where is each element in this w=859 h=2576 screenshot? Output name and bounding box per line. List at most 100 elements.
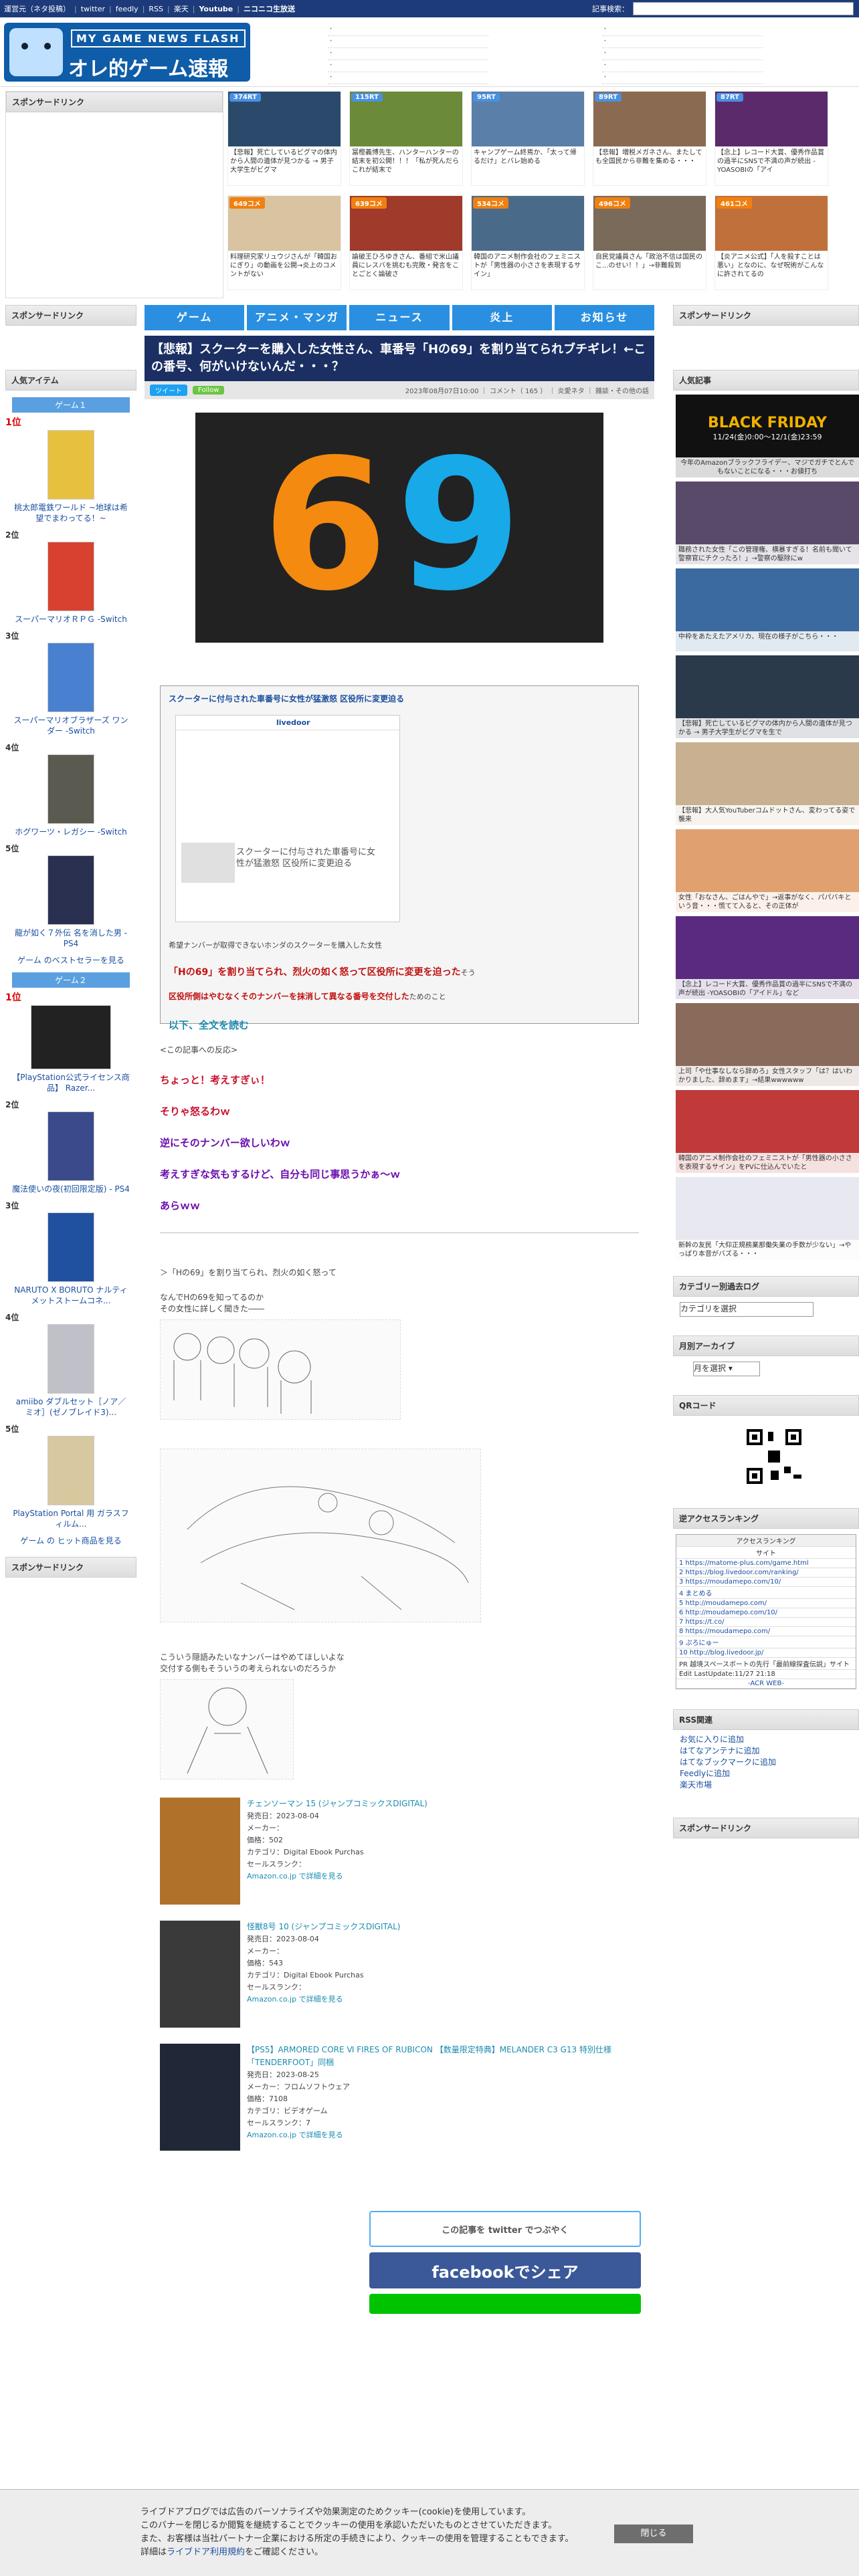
thumb-card[interactable]: 95RT キャンプゲーム終焉か、「太って帰るだけ」とバレ始める [471, 91, 585, 186]
ascii-art-image [160, 1319, 401, 1420]
ranking-link[interactable]: 3 https://moudamepo.com/10/ [679, 1578, 781, 1586]
product-item[interactable]: PlayStation Portal 用 ガラスフィルム... [5, 1436, 136, 1529]
site-logo[interactable]: MY GAME NEWS FLASH オレ的ゲーム速報@JIN [4, 23, 250, 82]
amazon-cover[interactable] [160, 1798, 240, 1905]
product-item[interactable]: スーパーマリオブラザーズ ワンダー -Switch [5, 643, 136, 736]
nav-tab-notice[interactable]: お知らせ [554, 305, 655, 330]
amazon-title[interactable]: 怪獣8号 10 (ジャンプコミックスDIGITAL) [247, 1922, 401, 1931]
topbar-link-rss[interactable]: RSS [149, 5, 163, 13]
product-item[interactable]: 龍が如く７外伝 名を消した男 - PS4 [5, 855, 136, 949]
product-item[interactable]: 桃太郎電鉄ワールド ~地球は希望でまわってる！~ [5, 430, 136, 524]
popular-article[interactable]: 新幹の友民「大仰正規務業那働失業の手数が少ない」→やっぱり本音がバズる・・・ [676, 1177, 859, 1260]
ranking-row: 6 http://moudamepo.com/10/ [676, 1608, 856, 1618]
product-title[interactable]: 桃太郎電鉄ワールド ~地球は希望でまわってる！~ [5, 502, 136, 524]
popular-article[interactable]: 【悲報】大人気YouTuberコムドットさん、変わってる姿で襲来 [676, 742, 859, 825]
facebook-share-button[interactable]: facebookでシェア [369, 2252, 641, 2288]
amazon-cover[interactable] [160, 2044, 240, 2151]
ranking-link[interactable]: 6 http://moudamepo.com/10/ [679, 1609, 777, 1616]
search-input[interactable] [633, 2, 854, 15]
thumb-card[interactable]: 639コメ 論破王ひろゆきさん、番組で米山議員にレスバを挑むも完敗・発言をことごと… [349, 195, 463, 290]
source-screenshot[interactable]: livedoor スクーターに付与された車番号に女性が猛激怒 区役所に変更迫る [175, 715, 400, 922]
category-select[interactable]: カテゴリを選択 [680, 1302, 814, 1317]
ranking-link[interactable]: 9 ぷろにゅー [679, 1640, 719, 1647]
product-title[interactable]: amiibo ダブルセット［ノア／ミオ］(ゼノブレイド3)... [5, 1396, 136, 1418]
popular-article[interactable]: BLACK FRIDAY 11/24(金)0:00～12/1(金)23:59 今年の… [676, 395, 859, 477]
amazon-cover[interactable] [160, 1921, 240, 2028]
product-item[interactable]: ホグワーツ・レガシー -Switch [5, 754, 136, 837]
product-item[interactable]: スーパーマリオＲＰＧ -Switch [5, 542, 136, 625]
quote-title-link[interactable]: スクーターに付与された車番号に女性が猛激怒 区役所に変更迫る [169, 694, 404, 704]
product-title[interactable]: ホグワーツ・レガシー -Switch [5, 827, 136, 837]
rss-link[interactable]: はてなアンテナに追加 [680, 1746, 760, 1755]
popular-article[interactable]: 【悲報】死亡しているビグマの体内から人間の遺体が見つかる → 男子大学生がビグマ… [676, 655, 859, 738]
product-item[interactable]: amiibo ダブルセット［ノア／ミオ］(ゼノブレイド3)... [5, 1324, 136, 1418]
ranking-link[interactable]: 1 https://matome-plus.com/game.html [679, 1560, 809, 1567]
product-title[interactable]: スーパーマリオＲＰＧ -Switch [5, 614, 136, 625]
rss-link[interactable]: お気に入りに追加 [680, 1735, 744, 1744]
rss-link[interactable]: はてなブックマークに追加 [680, 1757, 776, 1767]
ranking-link[interactable]: 10 http://blog.livedoor.jp/ [679, 1649, 763, 1656]
follow-button[interactable]: Follow [193, 386, 225, 395]
product-title[interactable]: 龍が如く７外伝 名を消した男 - PS4 [5, 928, 136, 949]
thumb-card[interactable]: 115RT 冨樫義博先生、ハンターハンターの結末を初公開！！！「私が死んだらこれが… [349, 91, 463, 186]
rss-link[interactable]: Feedlyに追加 [680, 1769, 730, 1778]
nav-tab-flame[interactable]: 炎上 [452, 305, 552, 330]
ranking-link[interactable]: 2 https://blog.livedoor.com/ranking/ [679, 1569, 799, 1576]
nav-tab-anime[interactable]: アニメ・マンガ [247, 305, 347, 330]
product-title[interactable]: 【PlayStation公式ライセンス商品】 Razer... [5, 1072, 136, 1093]
ranking-link[interactable]: 5 http://moudamepo.com/ [679, 1600, 767, 1607]
popular-article[interactable]: 【念上】レコード大賞、優秀作品賞の過半にSNSで不満の声が続出 -YOASOBI… [676, 916, 859, 999]
thumb-card[interactable]: 649コメ 料理研究家リュウジさんが「韓国おにぎり」の動画を公開→炎上のコメントが… [227, 195, 341, 290]
thumb-card[interactable]: 496コメ 自民党議員さん「政治不信は国民のこ...のせい！！」→非難殺到 [593, 195, 706, 290]
nav-tab-game[interactable]: ゲーム [145, 305, 245, 330]
tweet-button[interactable]: ツイート [150, 385, 187, 396]
amazon-title[interactable]: 【PS5】ARMORED CORE Ⅵ FIRES OF RUBICON 【数量… [247, 2045, 611, 2067]
topbar-link-youtube[interactable]: Youtube [199, 5, 233, 13]
archive-select[interactable]: 月を選択 ▾ [693, 1362, 760, 1376]
thumb-card[interactable]: 374RT 【悲報】死亡しているビグマの体内から人間の遺体が見つかる → 男子大学… [227, 91, 341, 186]
product-item[interactable]: 【PlayStation公式ライセンス商品】 Razer... [5, 1005, 136, 1093]
product-title[interactable]: 魔法使いの夜(初回限定版) - PS4 [5, 1184, 136, 1194]
amazon-title[interactable]: チェンソーマン 15 (ジャンプコミックスDIGITAL) [247, 1799, 427, 1808]
hit-products-link[interactable]: ゲーム の ヒット商品を見る [5, 1535, 136, 1546]
thumb-card[interactable]: 461コメ 【炎アニメ公式】「人を殺すことは悪い」となのに、なぜ呪術がこんなに許さ… [714, 195, 828, 290]
terms-link[interactable]: ライブドア利用規約 [167, 2547, 245, 2557]
ranking-footer[interactable]: -ACR WEB- [676, 1679, 856, 1689]
game2-tab[interactable]: ゲーム２ [12, 972, 130, 988]
topbar-link-twitter[interactable]: twitter [81, 5, 105, 13]
ranking-pr[interactable]: PR 越境スペースボートの先行「最前線探査伝説」サイト [676, 1658, 856, 1670]
product-item[interactable]: NARUTO X BORUTO ナルティメットストームコネ... [5, 1212, 136, 1306]
cookie-line: ライブドアブログでは広告のパーソナライズや効果測定のためクッキー(cookie)… [140, 2507, 531, 2517]
ranking-link[interactable]: 4 まとめる [679, 1590, 712, 1598]
rss-link[interactable]: 楽天市場 [680, 1780, 712, 1790]
thumb-card[interactable]: 87RT 【念上】レコード大賞、優秀作品賞の過半にSNSで不満の声が続出 -YOA… [714, 91, 828, 186]
popular-article[interactable]: 韓国のアニメ制作会社のフェミニストが「男性器の小ささを表現するサイン」をPVに仕… [676, 1090, 859, 1173]
product-item[interactable]: 魔法使いの夜(初回限定版) - PS4 [5, 1111, 136, 1194]
amazon-detail-link[interactable]: Amazon.co.jp で詳細を見る [247, 1872, 343, 1881]
read-more-link[interactable]: 以下、全文を読む [169, 1018, 630, 1032]
nav-tab-news[interactable]: ニュース [349, 305, 450, 330]
cookie-close-button[interactable]: 閉じる [614, 2525, 693, 2543]
twitter-share-button[interactable]: この記事を twitter でつぶやく [369, 2211, 641, 2247]
thumb-card[interactable]: 89RT 【悲報】増税メガネさん、またしても全国民から非難を集める・・・ [593, 91, 706, 186]
game1-tab[interactable]: ゲーム１ [12, 397, 130, 413]
thumb-card[interactable]: 534コメ 韓国のアニメ制作会社のフェミニストが「男性器の小ささを表現するサイン」 [471, 195, 585, 290]
popular-article[interactable]: 上司「や仕事なしなら辞めろ」女性スタッフ「は？はいわかりました、辞めます」→結果… [676, 1003, 859, 1086]
topbar-link-feedly[interactable]: feedly [116, 5, 138, 13]
popular-article[interactable]: 中枠をあたえたアメリカ、現在の様子がこちら・・・ [676, 568, 859, 651]
rank-label: 2位 [5, 1100, 19, 1109]
bestseller-link[interactable]: ゲーム のベストセラーを見る [5, 954, 136, 966]
topbar-link-contact[interactable]: 運営元（ネタ投稿） [4, 3, 70, 14]
amazon-detail-link[interactable]: Amazon.co.jp で詳細を見る [247, 2131, 343, 2139]
popular-article[interactable]: 女性「おなさん、ごはんやで」→返事がなく、パパバキという音・・・慌てて入ると、そ… [676, 829, 859, 912]
ranking-link[interactable]: 8 https://moudamepo.com/ [679, 1628, 770, 1635]
popular-article[interactable]: 職務された女性「この管理権、横暴すぎる！名前も聞いて警察官にチクったろ！」→警察… [676, 481, 859, 564]
topbar-link-niconico[interactable]: ニコニコ生放送 [244, 3, 295, 14]
amazon-detail-link[interactable]: Amazon.co.jp で詳細を見る [247, 1995, 343, 2004]
ranking-link[interactable]: 7 https://t.co/ [679, 1618, 724, 1626]
product-title[interactable]: NARUTO X BORUTO ナルティメットストームコネ... [5, 1285, 136, 1306]
line-share-button[interactable] [369, 2294, 641, 2314]
product-title[interactable]: PlayStation Portal 用 ガラスフィルム... [5, 1508, 136, 1529]
topbar-link-rakuten[interactable]: 楽天 [174, 3, 189, 14]
product-title[interactable]: スーパーマリオブラザーズ ワンダー -Switch [5, 715, 136, 736]
